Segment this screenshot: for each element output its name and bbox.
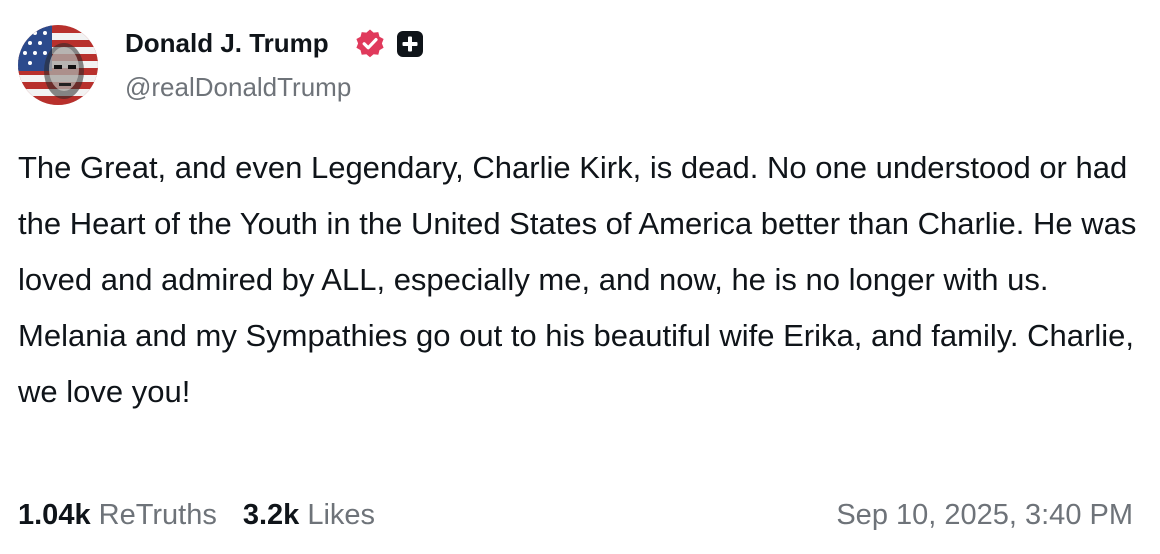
verified-badge-icon — [356, 29, 384, 58]
post-timestamp[interactable]: Sep 10, 2025, 3:40 PM — [836, 496, 1133, 534]
avatar-image — [18, 25, 98, 105]
author-name[interactable]: Donald J. Trump — [125, 26, 329, 60]
retruths-count: 1.04k — [18, 499, 91, 531]
truth-post: Donald J. Trump @realDonaldTrump The Gre… — [0, 0, 1160, 554]
avatar[interactable] — [18, 25, 98, 105]
plus-square-icon — [397, 31, 423, 57]
likes-stat[interactable]: 3.2k Likes — [243, 499, 375, 531]
post-text: The Great, and even Legendary, Charlie K… — [18, 150, 1146, 409]
likes-count: 3.2k — [242, 499, 300, 531]
retruths-label: ReTruths — [98, 499, 217, 531]
retruths-stat[interactable]: 1.04k ReTruths — [18, 499, 217, 531]
post-stats: 1.04k ReTruths 3.2k Likes — [18, 496, 375, 534]
author-handle[interactable]: @realDonaldTrump — [125, 70, 351, 104]
likes-label: Likes — [307, 499, 376, 531]
